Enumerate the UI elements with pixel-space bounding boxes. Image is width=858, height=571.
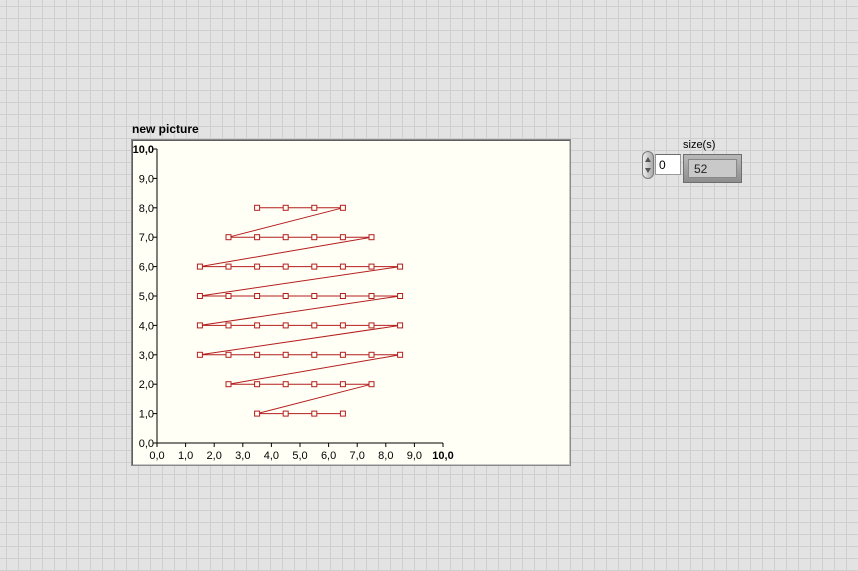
size-indicator-value: 52 xyxy=(688,159,737,178)
y-tick-label: 6,0 xyxy=(139,262,154,274)
data-point-marker xyxy=(368,381,375,388)
y-tick-label: 7,0 xyxy=(139,232,154,244)
data-point-marker xyxy=(254,351,261,358)
x-tick-label: 3,0 xyxy=(235,450,250,462)
data-point-marker xyxy=(311,263,318,270)
data-point-marker xyxy=(225,293,232,299)
data-point-marker xyxy=(225,351,232,358)
y-tick-label: 0,0 xyxy=(139,438,154,450)
data-point-marker xyxy=(196,263,203,270)
data-point-marker xyxy=(225,381,232,388)
data-point-marker xyxy=(282,381,289,388)
data-point-marker xyxy=(196,293,203,299)
size-indicator-label: size(s) xyxy=(683,139,716,151)
data-point-marker xyxy=(339,322,346,329)
index-increment-decrement-button[interactable] xyxy=(642,151,654,179)
x-tick-label: 0,0 xyxy=(149,450,164,462)
array-index-input[interactable] xyxy=(655,154,681,175)
data-point-marker xyxy=(339,351,346,358)
xy-plot: 0,0 1,0 2,0 3,0 4,0 5,0 6,0 7,0 8,0 9,0 10,0 0,0 1,0… xyxy=(133,144,454,462)
data-point-marker xyxy=(311,410,318,417)
y-tick-label: 1,0 xyxy=(139,409,154,421)
x-tick-label: 8,0 xyxy=(378,450,393,462)
data-point-marker xyxy=(282,204,289,211)
data-point-marker xyxy=(254,234,261,241)
data-point-marker xyxy=(254,322,261,329)
data-point-marker xyxy=(368,322,375,329)
data-point-marker xyxy=(339,204,346,211)
y-tick-label: 8,0 xyxy=(139,203,154,215)
data-point-marker xyxy=(397,351,404,358)
data-point-marker xyxy=(196,351,203,358)
data-point-marker xyxy=(225,263,232,270)
data-point-marker xyxy=(368,351,375,358)
data-point-marker xyxy=(311,381,318,388)
data-point-marker xyxy=(196,322,203,329)
x-tick-label: 5,0 xyxy=(292,450,307,462)
data-point-marker xyxy=(339,234,346,241)
y-tick-label: 2,0 xyxy=(139,379,154,391)
data-point-marker xyxy=(311,322,318,329)
data-point-marker xyxy=(311,234,318,241)
data-point-marker xyxy=(282,410,289,417)
x-tick-label: 2,0 xyxy=(207,450,222,462)
data-point-marker xyxy=(254,410,261,417)
plot-tick-labels: 0,0 1,0 2,0 3,0 4,0 5,0 6,0 7,0 8,0 9,0 10,0 0,0 1,0… xyxy=(133,144,454,462)
data-point-marker xyxy=(254,293,261,299)
x-tick-label: 6,0 xyxy=(321,450,336,462)
x-tick-label: 4,0 xyxy=(264,450,279,462)
x-tick-label: 10,0 xyxy=(432,450,453,462)
y-tick-label: 5,0 xyxy=(139,291,154,303)
data-point-marker xyxy=(282,322,289,329)
x-tick-label: 1,0 xyxy=(178,450,193,462)
x-tick-label: 9,0 xyxy=(407,450,422,462)
data-point-marker xyxy=(282,263,289,270)
data-point-marker xyxy=(368,263,375,270)
data-point-marker xyxy=(225,322,232,329)
y-tick-label: 9,0 xyxy=(139,173,154,185)
plot-series xyxy=(196,204,404,417)
data-point-marker xyxy=(339,381,346,388)
data-point-marker xyxy=(397,263,404,270)
data-point-marker xyxy=(282,293,289,299)
data-point-marker xyxy=(397,322,404,329)
data-point-marker xyxy=(311,204,318,211)
data-point-marker xyxy=(339,410,346,417)
size-indicator: 52 xyxy=(683,154,742,183)
data-point-marker xyxy=(311,293,318,299)
data-point-marker xyxy=(311,351,318,358)
data-point-marker xyxy=(397,293,404,299)
data-point-marker xyxy=(254,204,261,211)
data-point-marker xyxy=(254,263,261,270)
data-point-marker xyxy=(282,234,289,241)
data-point-marker xyxy=(368,234,375,241)
x-tick-label: 7,0 xyxy=(350,450,365,462)
y-tick-label: 3,0 xyxy=(139,350,154,362)
data-point-marker xyxy=(339,293,346,299)
y-tick-label: 10,0 xyxy=(133,144,154,156)
data-point-marker xyxy=(282,351,289,358)
data-point-marker xyxy=(254,381,261,388)
spin-arrows-icon xyxy=(645,157,651,173)
data-point-marker xyxy=(368,293,375,299)
y-tick-label: 4,0 xyxy=(139,320,154,332)
data-point-marker xyxy=(339,263,346,270)
data-point-marker xyxy=(225,234,232,241)
